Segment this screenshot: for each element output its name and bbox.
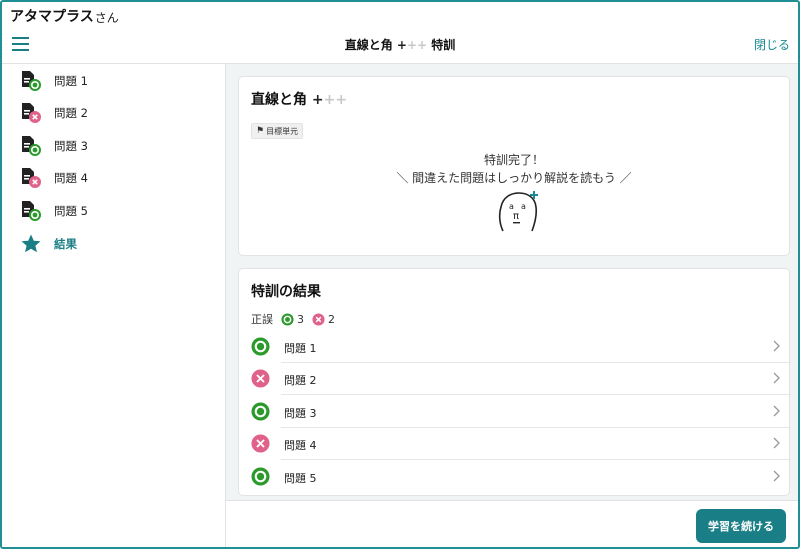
pi-mascot-icon: a a π xyxy=(498,191,538,232)
correct-icon xyxy=(251,402,270,421)
result-row-q4[interactable]: 問題 4 xyxy=(239,428,791,460)
wrong-icon xyxy=(251,369,270,388)
doc-wrong-icon xyxy=(22,103,41,123)
correct-icon xyxy=(251,337,270,356)
app-frame: アタマプラス さん 直線と角 +++ 特訓 閉じる 問題 1 問題 2 問題 3… xyxy=(0,0,800,549)
result-row-q3[interactable]: 問題 3 xyxy=(239,396,791,428)
wrong-icon xyxy=(251,434,270,453)
chevron-right-icon xyxy=(773,340,780,352)
chevron-right-icon xyxy=(773,470,780,482)
score-tally: 正誤 3 2 xyxy=(251,311,343,327)
tally-label: 正誤 xyxy=(251,313,273,326)
correct-icon xyxy=(281,312,294,326)
svg-text:π: π xyxy=(513,211,519,222)
summary-card: 直線と角 +++ ⚑ 目標単元 特訓完了！ ＼ 間違えた問題はしっかり解説を読も… xyxy=(238,76,790,256)
completion-advice: ＼ 間違えた問題はしっかり解説を読もう ／ xyxy=(396,171,632,185)
wrong-icon xyxy=(312,312,325,326)
svg-text:a: a xyxy=(521,202,526,211)
page-title-plus-faded: ++ xyxy=(406,38,428,52)
sidebar-item-result[interactable]: 結果 xyxy=(2,229,226,259)
result-row-label: 問題 4 xyxy=(284,439,317,452)
sidebar-item-label: 結果 xyxy=(54,237,77,251)
flag-icon: ⚑ xyxy=(256,126,265,136)
unit-title-plus: + xyxy=(311,92,324,108)
sidebar-item-label: 問題 5 xyxy=(54,204,88,218)
result-row-q1[interactable]: 問題 1 xyxy=(239,331,791,363)
completion-message: 特訓完了！ xyxy=(483,153,544,167)
result-row-label: 問題 2 xyxy=(284,374,317,387)
results-card: 特訓の結果 正誤 3 2 問題 1 問題 2 問題 3 問題 4 問題 5 xyxy=(238,268,791,496)
chevron-right-icon xyxy=(773,437,780,449)
results-title: 特訓の結果 xyxy=(251,284,321,300)
username-honorific: さん xyxy=(94,11,119,25)
sidebar-item-label: 問題 2 xyxy=(54,106,88,120)
target-unit-badge: ⚑ 目標単元 xyxy=(251,123,304,139)
sidebar-item-label: 問題 4 xyxy=(54,171,88,185)
result-row-q5[interactable]: 問題 5 xyxy=(239,461,791,493)
sidebar-item-q1[interactable]: 問題 1 xyxy=(2,66,226,96)
correct-count: 3 xyxy=(297,312,304,326)
doc-correct-icon xyxy=(22,136,41,156)
doc-wrong-icon xyxy=(22,168,41,188)
sidebar-item-label: 問題 3 xyxy=(54,139,88,153)
sidebar-item-label: 問題 1 xyxy=(54,74,88,88)
correct-icon xyxy=(251,467,270,486)
sidebar-item-q5[interactable]: 問題 5 xyxy=(2,196,226,226)
main-content: 直線と角 +++ ⚑ 目標単元 特訓完了！ ＼ 間違えた問題はしっかり解説を読も… xyxy=(226,64,798,500)
page-title-suffix: 特訓 xyxy=(431,38,456,52)
result-row-label: 問題 1 xyxy=(284,342,317,355)
page-title-unit: 直線と角 xyxy=(344,38,393,52)
row-divider xyxy=(281,459,791,460)
header-bar: 直線と角 +++ 特訓 閉じる xyxy=(2,26,798,64)
result-row-q2[interactable]: 問題 2 xyxy=(239,363,791,395)
doc-correct-icon xyxy=(22,71,41,91)
chevron-right-icon xyxy=(773,372,780,384)
doc-correct-icon xyxy=(22,201,41,221)
sidebar: 問題 1 問題 2 問題 3 問題 4 問題 5 結果 xyxy=(2,64,226,547)
footer-bar: 学習を続ける xyxy=(226,500,798,547)
page-title: 直線と角 +++ 特訓 xyxy=(2,36,798,53)
row-divider xyxy=(281,394,791,395)
target-unit-label: 目標単元 xyxy=(266,126,299,136)
sidebar-item-q3[interactable]: 問題 3 xyxy=(2,131,226,161)
wrong-count: 2 xyxy=(328,312,335,326)
sidebar-item-q4[interactable]: 問題 4 xyxy=(2,163,226,193)
page-title-plus: + xyxy=(396,38,407,52)
unit-title-text: 直線と角 xyxy=(251,92,307,108)
continue-learning-button[interactable]: 学習を続ける xyxy=(696,509,786,543)
user-bar: アタマプラス さん xyxy=(2,2,798,26)
svg-text:a: a xyxy=(509,202,514,211)
star-icon xyxy=(21,234,41,253)
username: アタマプラス xyxy=(10,9,94,25)
unit-title: 直線と角 +++ xyxy=(251,89,347,109)
chevron-right-icon xyxy=(773,405,780,417)
unit-title-plus-faded: ++ xyxy=(323,92,348,108)
result-row-label: 問題 5 xyxy=(284,472,317,485)
result-row-label: 問題 3 xyxy=(284,407,317,420)
close-button[interactable]: 閉じる xyxy=(754,36,790,53)
sidebar-item-q2[interactable]: 問題 2 xyxy=(2,98,226,128)
